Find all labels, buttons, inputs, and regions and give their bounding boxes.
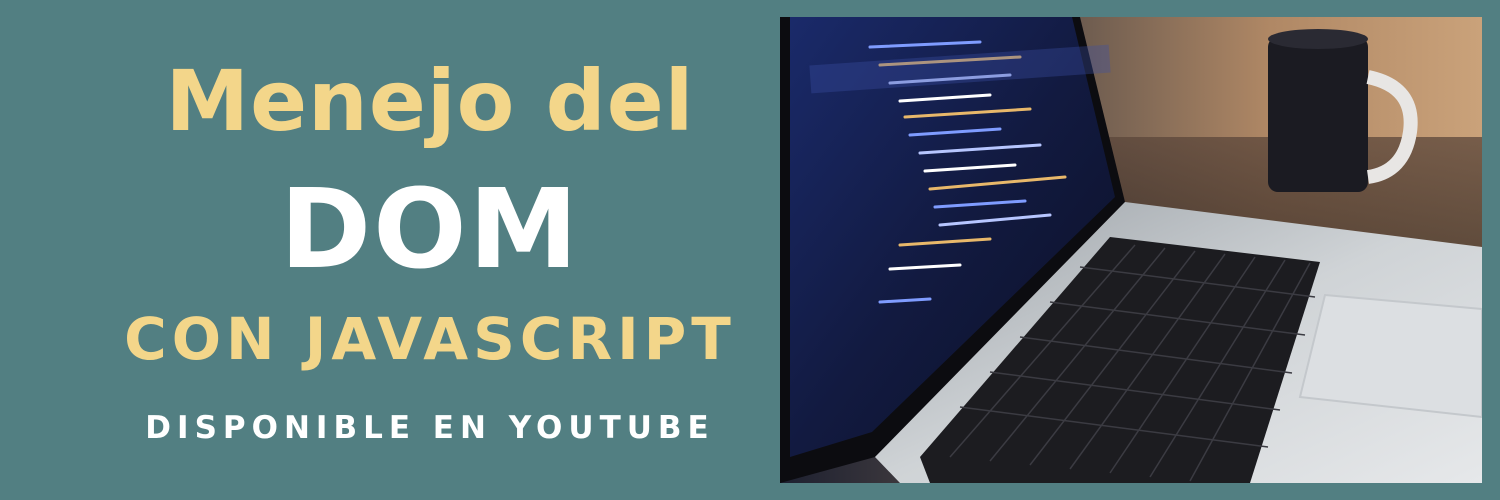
subtitle-youtube: DISPONIBLE EN YOUTUBE [145, 410, 715, 446]
title-line-javascript: CON JAVASCRIPT [124, 305, 736, 373]
title-line-menejo: Menejo del [165, 52, 695, 150]
laptop-code-photo [780, 17, 1482, 483]
banner: Menejo del DOM CON JAVASCRIPT DISPONIBLE… [0, 0, 1500, 500]
title-line-dom: DOM [279, 165, 581, 293]
title-block: Menejo del DOM CON JAVASCRIPT DISPONIBLE… [40, 0, 740, 500]
laptop-illustration [780, 17, 1482, 483]
